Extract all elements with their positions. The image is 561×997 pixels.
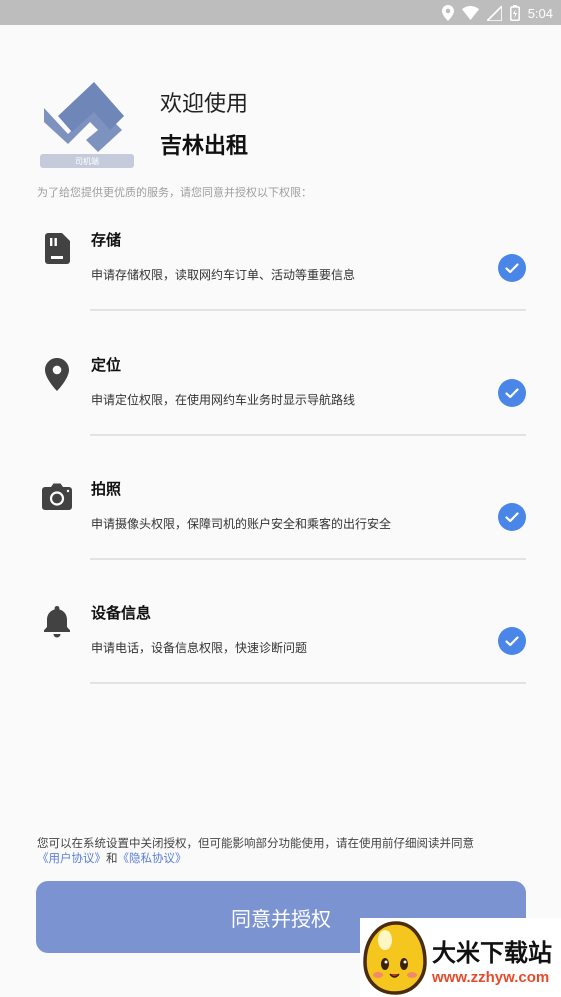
watermark-url: www.zzhyw.com bbox=[432, 969, 550, 986]
privacy-agreement-link[interactable]: 《隐私协议》 bbox=[118, 851, 187, 865]
location-icon bbox=[441, 5, 454, 21]
permission-item-device-info: 设备信息 申请电话，设备信息权限，快速诊断问题 bbox=[0, 597, 561, 717]
permission-title: 设备信息 bbox=[91, 604, 152, 622]
wifi-icon bbox=[461, 6, 479, 20]
notice-links: 《用户协议》和《隐私协议》 bbox=[37, 851, 187, 866]
permission-title: 存储 bbox=[91, 231, 122, 249]
bell-icon bbox=[39, 603, 75, 639]
check-icon[interactable] bbox=[498, 379, 526, 407]
app-logo: 司机端 bbox=[38, 78, 134, 170]
permission-item-location: 定位 申请定位权限，在使用网约车业务时显示导航路线 bbox=[0, 349, 561, 469]
welcome-text: 欢迎使用 bbox=[160, 92, 249, 117]
permission-desc: 申请定位权限，在使用网约车业务时显示导航路线 bbox=[91, 393, 356, 407]
location-pin-icon bbox=[39, 355, 75, 391]
watermark: 大米下载站 www.zzhyw.com bbox=[360, 918, 561, 997]
check-icon[interactable] bbox=[498, 503, 526, 531]
divider bbox=[90, 434, 526, 436]
status-icons: 5:04 bbox=[441, 3, 553, 23]
sd-card-icon bbox=[39, 230, 75, 266]
intro-text: 为了给您提供更优质的服务，请您同意并授权以下权限： bbox=[37, 186, 312, 199]
and-text: 和 bbox=[106, 851, 118, 865]
notice-text: 您可以在系统设置中关闭授权，但可能影响部分功能使用，请在使用前仔细阅读并同意 bbox=[37, 836, 474, 850]
permission-desc: 申请电话，设备信息权限，快速诊断问题 bbox=[91, 641, 308, 655]
logo-caption: 司机端 bbox=[75, 156, 99, 166]
permission-title: 定位 bbox=[91, 356, 122, 374]
check-icon[interactable] bbox=[498, 254, 526, 282]
permission-item-camera: 拍照 申请摄像头权限，保障司机的账户安全和乘客的出行安全 bbox=[0, 473, 561, 593]
divider bbox=[90, 309, 526, 311]
check-icon[interactable] bbox=[498, 627, 526, 655]
status-bar: 5:04 bbox=[0, 0, 561, 25]
user-agreement-link[interactable]: 《用户协议》 bbox=[37, 851, 106, 865]
divider bbox=[90, 682, 526, 684]
signal-icon bbox=[486, 5, 502, 21]
watermark-title: 大米下载站 bbox=[432, 939, 552, 967]
divider bbox=[90, 558, 526, 560]
permission-desc: 申请摄像头权限，保障司机的账户安全和乘客的出行安全 bbox=[91, 517, 392, 531]
battery-icon bbox=[509, 5, 520, 21]
status-time: 5:04 bbox=[527, 5, 553, 21]
rice-mascot-icon bbox=[360, 920, 430, 996]
camera-icon bbox=[39, 479, 75, 515]
permission-title: 拍照 bbox=[91, 480, 122, 498]
permission-item-storage: 存储 申请存储权限，读取网约车订单、活动等重要信息 bbox=[0, 224, 561, 344]
app-name: 吉林出租 bbox=[160, 134, 249, 159]
permission-desc: 申请存储权限，读取网约车订单、活动等重要信息 bbox=[91, 268, 356, 282]
